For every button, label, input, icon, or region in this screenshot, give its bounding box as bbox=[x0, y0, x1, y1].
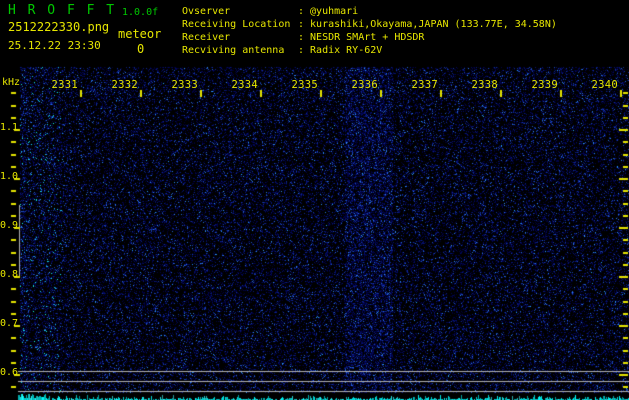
info-label: Ovserver bbox=[182, 6, 231, 17]
info-value: kurashiki,Okayama,JAPAN (133.77E, 34.58N… bbox=[310, 19, 557, 30]
info-label: Recviving antenna bbox=[182, 45, 285, 56]
info-separator: : bbox=[298, 45, 305, 56]
x-axis-tick-label: 2335 bbox=[291, 79, 318, 91]
y-axis-unit-label: kHz bbox=[2, 77, 21, 88]
x-axis-tick-label: 2332 bbox=[111, 79, 138, 91]
info-label: Receiver bbox=[182, 32, 231, 43]
info-value: Radix RY-62V bbox=[310, 45, 383, 56]
info-row: Ovserver: @yuhmari bbox=[182, 5, 557, 18]
x-axis-tick-label: 2334 bbox=[231, 79, 258, 91]
x-axis-tick-label: 2331 bbox=[51, 79, 78, 91]
y-axis-tick-label: 0.9 bbox=[0, 220, 19, 231]
x-axis-tick-label: 2336 bbox=[351, 79, 378, 91]
filename-label: 2512222330.png bbox=[8, 20, 110, 34]
info-label: Receiving Location bbox=[182, 19, 291, 30]
info-value: @yuhmari bbox=[310, 6, 359, 17]
x-axis-tick-label: 2338 bbox=[471, 79, 498, 91]
spectrogram-canvas bbox=[0, 0, 629, 400]
y-axis-tick-label: 0.7 bbox=[0, 318, 19, 329]
info-row: Receiver: NESDR SMArt + HDSDR bbox=[182, 31, 557, 44]
x-axis-tick-label: 2340 bbox=[591, 79, 618, 91]
x-axis-tick-label: 2337 bbox=[411, 79, 438, 91]
version-label: 1.0.0f bbox=[122, 7, 159, 18]
observer-info: Ovserver: @yuhmari Receiving Location: kura… bbox=[182, 5, 557, 57]
y-axis-tick-label: 0.6 bbox=[0, 367, 19, 378]
info-value: NESDR SMArt + HDSDR bbox=[310, 32, 425, 43]
y-axis-tick-label: 0.8 bbox=[0, 269, 19, 280]
meteor-count-value: 0 bbox=[137, 42, 145, 56]
y-axis-tick-label: 1.0 bbox=[0, 171, 19, 182]
datetime-label: 25.12.22 23:30 bbox=[8, 39, 101, 52]
y-axis-tick-label: 1.1 bbox=[0, 122, 19, 133]
info-row: Receiving Location: kurashiki,Okayama,JAP… bbox=[182, 18, 557, 31]
hrofft-output-window: H R O F F T 1.0.0f 2512222330.png meteor… bbox=[0, 0, 629, 400]
info-separator: : bbox=[298, 19, 305, 30]
app-title: H R O F F T bbox=[8, 3, 117, 18]
x-axis-tick-label: 2333 bbox=[171, 79, 198, 91]
x-axis-tick-label: 2339 bbox=[531, 79, 558, 91]
info-row: Recviving antenna: Radix RY-62V bbox=[182, 44, 557, 57]
meteor-count-label: meteor bbox=[118, 27, 162, 41]
info-separator: : bbox=[298, 6, 305, 17]
info-separator: : bbox=[298, 32, 305, 43]
